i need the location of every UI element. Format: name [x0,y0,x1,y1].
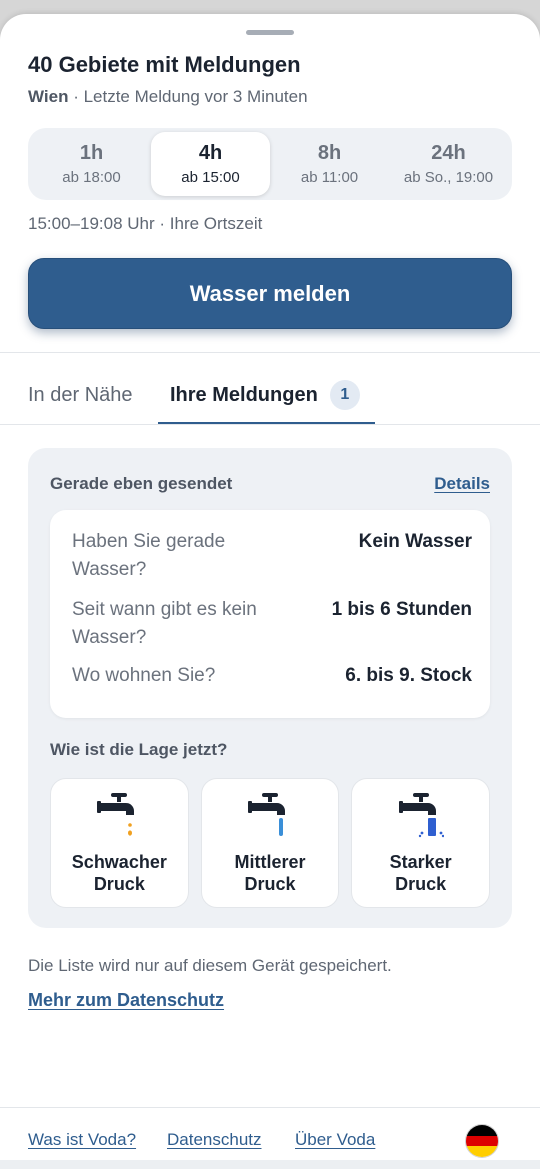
answer-value: 1 bis 6 Stunden [331,599,472,620]
subtitle: Wien · Letzte Meldung vor 3 Minuten [28,87,308,107]
storage-note: Die Liste wird nur auf diesem Gerät gesp… [28,956,392,975]
tab-nearby[interactable]: In der Nähe [28,366,133,424]
divider [0,1107,540,1108]
time-range-label: 8h [317,142,342,164]
faucet-stream-icon [248,793,285,836]
report-card: Gerade eben gesendet Details Haben Sie g… [28,448,512,928]
flag-stripe-black [466,1125,498,1136]
city-name: Wien [28,87,69,106]
answer-value: Kein Wasser [358,531,472,552]
faucet-splash-icon [398,793,444,838]
answers-box: Haben Sie gerade Wasser? Kein Wasser Sei… [50,510,490,718]
time-range-label: 4h [198,142,223,164]
footer-link-what-is-voda[interactable]: Was ist Voda? [28,1130,136,1150]
flag-stripe-red [466,1135,498,1147]
footer-link-privacy[interactable]: Datenschutz [167,1130,262,1150]
report-card-heading: Gerade eben gesendet [50,474,233,493]
option-label: Starker Druck [389,852,452,894]
time-range-sub: ab So., 19:00 [403,169,494,186]
divider [0,352,540,353]
sheet-grabber-handle[interactable] [246,30,294,35]
time-range-24h[interactable]: 24h ab So., 19:00 [389,132,508,196]
answer-question: Wo wohnen Sie? [72,665,216,686]
page-title: 40 Gebiete mit Meldungen [28,52,301,77]
count-badge: 1 [329,380,360,410]
privacy-link[interactable]: Mehr zum Datenschutz [28,990,224,1011]
time-range-sub: ab 18:00 [62,169,121,186]
time-range-sub: ab 15:00 [181,169,240,186]
divider [0,424,540,425]
tab-nearby-label: In der Nähe [28,383,133,406]
status-question: Wie ist die Lage jetzt? [50,740,228,759]
faucet-drip-icon [97,793,135,836]
footer-link-about[interactable]: Über Voda [295,1130,375,1150]
time-range-label: 24h [431,142,466,164]
pressure-options: Schwacher Druck Mittlerer Druck Starker … [50,778,491,908]
answer-value: 6. bis 9. Stock [345,665,472,686]
time-range-8h[interactable]: 8h ab 11:00 [270,132,389,196]
time-range-sub: ab 11:00 [300,169,359,186]
timezone-text: 15:00–19:08 Uhr · Ihre Ortszeit [28,214,263,233]
option-label: Schwacher Druck [71,852,167,894]
details-link[interactable]: Details [434,474,490,494]
answer-question: Haben Sie gerade Wasser? [72,531,226,580]
tab-my-reports[interactable]: Ihre Meldungen 1 [158,366,375,424]
medium-pressure-button[interactable]: Mittlerer Druck [200,778,340,908]
flag-stripe-gold [466,1146,498,1157]
bottom-edge [0,1160,540,1169]
time-range-label: 1h [79,142,104,164]
answer-question: Seit wann gibt es kein Wasser? [72,599,257,648]
time-range-selector: 1h ab 18:00 4h ab 15:00 8h ab 11:00 24h … [28,128,512,200]
option-label: Mittlerer Druck [234,852,306,894]
strong-pressure-button[interactable]: Starker Druck [351,778,491,908]
report-water-button[interactable]: Wasser melden [28,258,512,329]
germany-flag-icon[interactable] [465,1124,499,1158]
time-range-4h[interactable]: 4h ab 15:00 [151,132,270,196]
tab-bar: In der Nähe Ihre Meldungen 1 [0,366,540,426]
time-range-1h[interactable]: 1h ab 18:00 [32,132,151,196]
bottom-sheet: 40 Gebiete mit Meldungen Wien · Letzte M… [0,14,540,1169]
tab-my-reports-label: Ihre Meldungen [170,383,318,406]
weak-pressure-button[interactable]: Schwacher Druck [50,778,189,908]
last-report-text: · Letzte Meldung vor 3 Minuten [68,87,308,106]
